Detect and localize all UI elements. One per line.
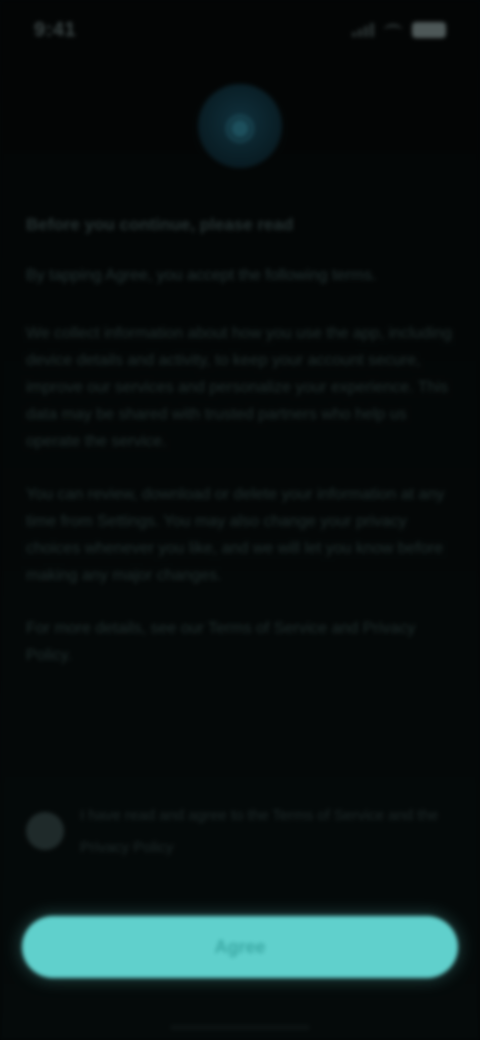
agree-button[interactable]: Agree (22, 916, 458, 978)
consent-row[interactable]: I have read and agree to the Terms of Se… (26, 800, 454, 864)
cellular-signal-icon (352, 23, 374, 37)
status-bar: 9:41 (0, 0, 480, 60)
terms-content: Before you continue, please read By tapp… (26, 210, 454, 695)
terms-paragraph: We collect information about how you use… (26, 325, 452, 450)
terms-paragraph: For more details, see our Terms of Servi… (26, 620, 416, 664)
wifi-icon (384, 24, 402, 36)
home-indicator (170, 1025, 310, 1030)
consent-checkbox[interactable] (26, 812, 64, 850)
consent-label: I have read and agree to the Terms of Se… (80, 807, 439, 856)
shield-icon: ◉ (224, 105, 256, 146)
page-subtitle: By tapping Agree, you accept the followi… (26, 267, 377, 284)
app-logo: ◉ (198, 84, 282, 168)
status-indicators (352, 22, 446, 38)
page-title: Before you continue, please read (26, 215, 294, 234)
terms-paragraph: You can review, download or delete your … (26, 486, 445, 584)
consent-screen: 9:41 ◉ Before you continue, please read … (0, 0, 480, 1040)
battery-icon (412, 22, 446, 38)
status-time: 9:41 (34, 18, 77, 41)
